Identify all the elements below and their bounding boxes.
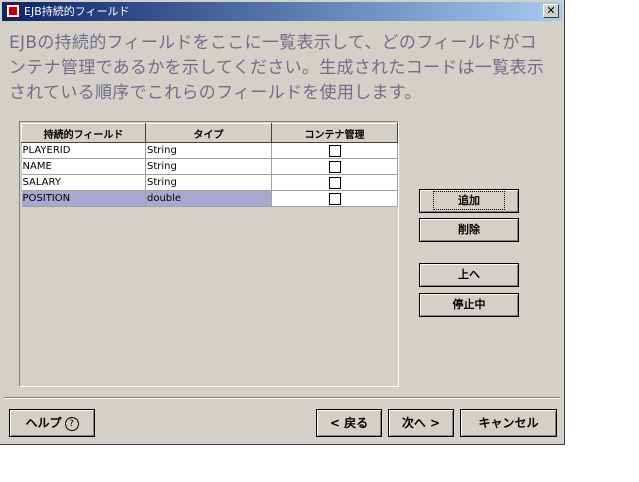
- close-button[interactable]: ✕: [543, 4, 559, 18]
- container-managed-cell: [271, 174, 398, 191]
- next-button[interactable]: 次へ >: [388, 409, 454, 437]
- app-icon: [6, 4, 20, 18]
- next-button-label: 次へ >: [401, 416, 441, 430]
- stop-button-label: 停止中: [452, 298, 486, 311]
- cancel-button-label: キャンセル: [478, 416, 539, 430]
- column-header-container-managed[interactable]: コンテナ管理: [271, 123, 398, 143]
- help-button[interactable]: ヘルプ?: [9, 409, 95, 437]
- table-header-row: 持続的フィールド タイプ コンテナ管理: [21, 123, 398, 143]
- field-cell[interactable]: NAME: [21, 158, 146, 175]
- container-managed-checkbox[interactable]: [328, 192, 341, 205]
- fields-table: 持続的フィールド タイプ コンテナ管理 PLAYERID String NAME…: [21, 123, 398, 207]
- type-cell[interactable]: String: [145, 158, 272, 175]
- close-icon: ✕: [546, 4, 556, 17]
- delete-button[interactable]: 削除: [419, 218, 519, 242]
- container-managed-cell: [271, 158, 398, 175]
- footer-separator: [4, 397, 560, 399]
- dialog-window: EJB持続的フィールド ✕ EJBの持続的フィールドをここに一覧表示して、どのフ…: [0, 0, 565, 445]
- table-row[interactable]: NAME String: [21, 158, 398, 175]
- type-cell[interactable]: double: [145, 190, 272, 207]
- type-cell[interactable]: String: [145, 174, 272, 191]
- back-button-label: < 戻る: [329, 416, 369, 430]
- type-cell[interactable]: String: [145, 142, 272, 159]
- help-icon: ?: [64, 416, 79, 431]
- move-up-button[interactable]: 上へ: [419, 263, 519, 287]
- field-cell[interactable]: POSITION: [21, 190, 146, 207]
- add-button[interactable]: 追加: [419, 189, 519, 213]
- back-button[interactable]: < 戻る: [316, 409, 382, 437]
- table-row[interactable]: SALARY String: [21, 174, 398, 191]
- help-button-label: ヘルプ: [25, 416, 62, 430]
- container-managed-checkbox[interactable]: [328, 176, 341, 189]
- table-row[interactable]: PLAYERID String: [21, 142, 398, 159]
- move-up-button-label: 上へ: [458, 268, 480, 281]
- container-managed-checkbox[interactable]: [328, 160, 341, 173]
- add-button-label: 追加: [433, 191, 505, 210]
- table-row-selected[interactable]: POSITION double: [21, 190, 398, 207]
- stop-button[interactable]: 停止中: [419, 293, 519, 317]
- column-header-field[interactable]: 持続的フィールド: [21, 123, 146, 143]
- delete-button-label: 削除: [458, 223, 480, 236]
- title-bar[interactable]: EJB持続的フィールド ✕: [2, 2, 562, 21]
- cancel-button[interactable]: キャンセル: [460, 409, 557, 437]
- container-managed-cell: [271, 142, 398, 159]
- column-header-type[interactable]: タイプ: [145, 123, 272, 143]
- container-managed-checkbox[interactable]: [328, 144, 341, 157]
- window-title: EJB持続的フィールド: [24, 5, 130, 18]
- fields-table-panel: 持続的フィールド タイプ コンテナ管理 PLAYERID String NAME…: [19, 121, 399, 387]
- description-text: EJBの持続的フィールドをここに一覧表示して、どのフィールドがコンテナ管理である…: [9, 33, 545, 103]
- field-cell[interactable]: SALARY: [21, 174, 146, 191]
- container-managed-cell: [271, 190, 398, 207]
- field-cell[interactable]: PLAYERID: [21, 142, 146, 159]
